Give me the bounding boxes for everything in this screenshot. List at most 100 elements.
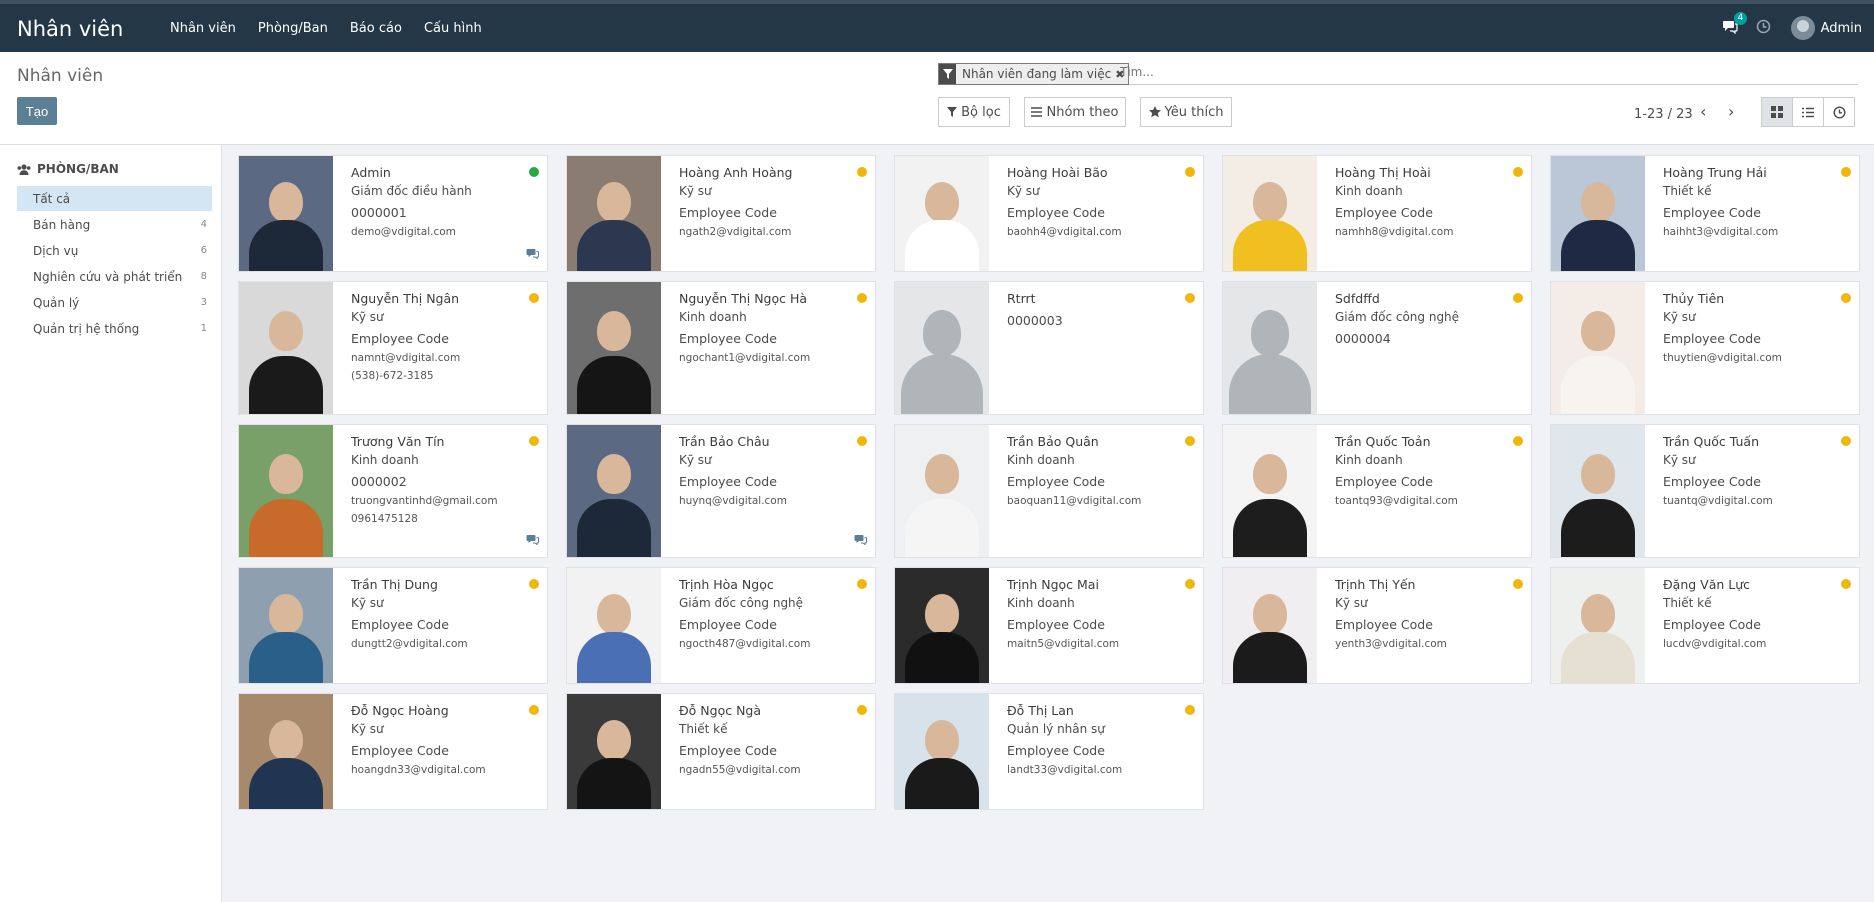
app-title[interactable]: Nhân viên — [17, 17, 123, 41]
employee-card[interactable]: Hoàng Anh Hoàng Kỹ sư Employee Code ngath2@… — [566, 155, 876, 272]
user-avatar[interactable] — [1790, 16, 1815, 40]
employee-card[interactable]: Đỗ Thị Lan Quản lý nhân sự Employee Code la… — [894, 693, 1204, 810]
menu-item-configuration[interactable]: Cấu hình — [424, 21, 482, 36]
employee-name[interactable]: Admin — [351, 164, 539, 182]
employee-card[interactable]: Đỗ Ngọc Hoàng Kỹ sư Employee Code hoangdn33… — [238, 693, 548, 810]
employee-name[interactable]: Nguyễn Thị Ngọc Hà — [679, 290, 867, 308]
employee-name[interactable]: Trần Quốc Tuấn — [1663, 433, 1851, 451]
employee-card[interactable]: Thủy Tiên Kỹ sư Employee Code thuytien@vdig… — [1550, 281, 1860, 415]
pager-next-icon[interactable]: › — [1728, 102, 1734, 121]
pager-value[interactable]: 1-23 / 23 — [1634, 107, 1693, 122]
group-by-button[interactable]: Nhóm theo — [1024, 97, 1126, 127]
chat-icon[interactable] — [854, 530, 867, 549]
employee-name[interactable]: Trần Quốc Toản — [1335, 433, 1523, 451]
employee-name[interactable]: Thủy Tiên — [1663, 290, 1851, 308]
employee-name[interactable]: Nguyễn Thị Ngân — [351, 290, 539, 308]
employee-card[interactable]: Trần Quốc Tuấn Kỹ sư Employee Code tuantq@v… — [1550, 424, 1860, 558]
employee-email[interactable]: demo@vdigital.com — [351, 223, 539, 241]
employee-email[interactable]: ngochant1@vdigital.com — [679, 349, 867, 367]
employee-email[interactable]: truongvantinhd@gmail.com — [351, 492, 539, 510]
chat-icon[interactable] — [526, 244, 539, 263]
employee-email[interactable]: baohh4@vdigital.com — [1007, 223, 1195, 241]
employee-card[interactable]: Hoàng Trung Hải Thiết kế Employee Code haih… — [1550, 155, 1860, 272]
employee-card[interactable]: Trần Bảo Quân Kinh doanh Employee Code baoq… — [894, 424, 1204, 558]
employee-info: Hoàng Thị Hoài Kinh doanh Employee Code nam… — [1335, 164, 1523, 241]
search-input[interactable] — [1118, 64, 1722, 80]
employee-code: Employee Code — [679, 617, 777, 632]
employee-email[interactable]: baoquan11@vdigital.com — [1007, 492, 1195, 510]
employee-card[interactable]: Đặng Văn Lực Thiết kế Employee Code lucdv@v… — [1550, 567, 1860, 684]
employee-name[interactable]: Hoàng Thị Hoài — [1335, 164, 1523, 182]
employee-card[interactable]: Trương Văn Tín Kinh doanh 0000002 truongvan… — [238, 424, 548, 558]
employee-card[interactable]: Đỗ Ngọc Ngà Thiết kế Employee Code ngadn55@… — [566, 693, 876, 810]
employee-email[interactable]: landt33@vdigital.com — [1007, 761, 1195, 779]
employee-name[interactable]: Trần Thị Dung — [351, 576, 539, 594]
employee-card[interactable]: Hoàng Hoài Bão Kỹ sư Employee Code baohh4@v… — [894, 155, 1204, 272]
employee-card[interactable]: Sdfdffd Giám đốc công nghệ 0000004 — [1222, 281, 1532, 415]
pager-previous-icon[interactable]: ‹ — [1700, 102, 1706, 121]
activity-view-button[interactable] — [1823, 97, 1855, 127]
employee-email[interactable]: maitn5@vdigital.com — [1007, 635, 1195, 653]
employee-card[interactable]: Nguyễn Thị Ngọc Hà Kinh doanh Employee Cod… — [566, 281, 876, 415]
list-view-button[interactable] — [1792, 97, 1824, 127]
employee-card[interactable]: Hoàng Thị Hoài Kinh doanh Employee Code nam… — [1222, 155, 1532, 272]
employee-name[interactable]: Đỗ Ngọc Hoàng — [351, 702, 539, 720]
employee-name[interactable]: Trịnh Hòa Ngọc — [679, 576, 867, 594]
employee-card[interactable]: Trần Thị Dung Kỹ sư Employee Code dungtt2@v… — [238, 567, 548, 684]
employee-card[interactable]: Trần Quốc Toản Kinh doanh Employee Code toa… — [1222, 424, 1532, 558]
employee-name[interactable]: Đỗ Ngọc Ngà — [679, 702, 867, 720]
employee-card[interactable]: Admin Giám đốc điều hành 0000001 demo@vdigi… — [238, 155, 548, 272]
activity-button[interactable] — [1756, 19, 1771, 38]
kanban-view-button[interactable] — [1761, 97, 1793, 127]
employee-email[interactable]: yenth3@vdigital.com — [1335, 635, 1523, 653]
employee-card[interactable]: Trịnh Thị Yến Kỹ sư Employee Code yenth3@vd… — [1222, 567, 1532, 684]
sidebar-item-rnd[interactable]: Nghiên cứu và phát triển 8 — [17, 264, 212, 289]
employee-card[interactable]: Trịnh Ngọc Mai Kinh doanh Employee Code mai… — [894, 567, 1204, 684]
employee-email[interactable]: huynq@vdigital.com — [679, 492, 867, 510]
employee-email[interactable]: tuantq@vdigital.com — [1663, 492, 1851, 510]
employee-name[interactable]: Hoàng Hoài Bão — [1007, 164, 1195, 182]
sidebar-item-sysadmin[interactable]: Quản trị hệ thống 1 — [17, 316, 212, 341]
employee-name[interactable]: Hoàng Trung Hải — [1663, 164, 1851, 182]
create-button[interactable]: Tạo — [17, 97, 57, 125]
sidebar-item-sales[interactable]: Bán hàng 4 — [17, 212, 212, 237]
employee-email[interactable]: thuytien@vdigital.com — [1663, 349, 1851, 367]
employee-name[interactable]: Trần Bảo Châu — [679, 433, 867, 451]
employee-name[interactable]: Trịnh Ngọc Mai — [1007, 576, 1195, 594]
employee-email[interactable]: dungtt2@vdigital.com — [351, 635, 539, 653]
menu-item-departments[interactable]: Phòng/Ban — [258, 21, 328, 36]
sidebar-item-services[interactable]: Dịch vụ 6 — [17, 238, 212, 263]
employee-name[interactable]: Đặng Văn Lực — [1663, 576, 1851, 594]
user-name[interactable]: Admin — [1821, 21, 1862, 36]
employee-card[interactable]: Trịnh Hòa Ngọc Giám đốc công nghệ Employee… — [566, 567, 876, 684]
employee-email[interactable]: ngocth487@vdigital.com — [679, 635, 867, 653]
employee-name[interactable]: Rtrrt — [1007, 290, 1195, 308]
employee-card[interactable]: Nguyễn Thị Ngân Kỹ sư Employee Code namnt@v… — [238, 281, 548, 415]
chat-icon[interactable] — [526, 530, 539, 549]
employee-name[interactable]: Hoàng Anh Hoàng — [679, 164, 867, 182]
filters-button[interactable]: Bộ lọc — [938, 97, 1010, 127]
employee-name[interactable]: Trần Bảo Quân — [1007, 433, 1195, 451]
employee-card[interactable]: Trần Bảo Châu Kỹ sư Employee Code huynq@vdi… — [566, 424, 876, 558]
employee-email[interactable]: hoangdn33@vdigital.com — [351, 761, 539, 779]
favorites-button[interactable]: Yêu thích — [1140, 97, 1232, 127]
sidebar-item-label: Nghiên cứu và phát triển — [33, 269, 183, 284]
employee-email[interactable]: ngath2@vdigital.com — [679, 223, 867, 241]
employee-email[interactable]: toantq93@vdigital.com — [1335, 492, 1523, 510]
employee-code: Employee Code — [351, 331, 449, 346]
employee-name[interactable]: Sdfdffd — [1335, 290, 1523, 308]
menu-item-employees[interactable]: Nhân viên — [170, 21, 236, 36]
messages-button[interactable]: 4 — [1722, 11, 1748, 38]
sidebar-item-all[interactable]: Tất cả — [17, 186, 212, 211]
employee-name[interactable]: Đỗ Thị Lan — [1007, 702, 1195, 720]
employee-email[interactable]: lucdv@vdigital.com — [1663, 635, 1851, 653]
employee-email[interactable]: namhh8@vdigital.com — [1335, 223, 1523, 241]
sidebar-item-management[interactable]: Quản lý 3 — [17, 290, 212, 315]
employee-email[interactable]: namnt@vdigital.com — [351, 349, 539, 367]
employee-name[interactable]: Trương Văn Tín — [351, 433, 539, 451]
employee-email[interactable]: haihht3@vdigital.com — [1663, 223, 1851, 241]
menu-item-reports[interactable]: Báo cáo — [350, 21, 402, 36]
employee-name[interactable]: Trịnh Thị Yến — [1335, 576, 1523, 594]
employee-card[interactable]: Rtrrt 0000003 — [894, 281, 1204, 415]
employee-email[interactable]: ngadn55@vdigital.com — [679, 761, 867, 779]
